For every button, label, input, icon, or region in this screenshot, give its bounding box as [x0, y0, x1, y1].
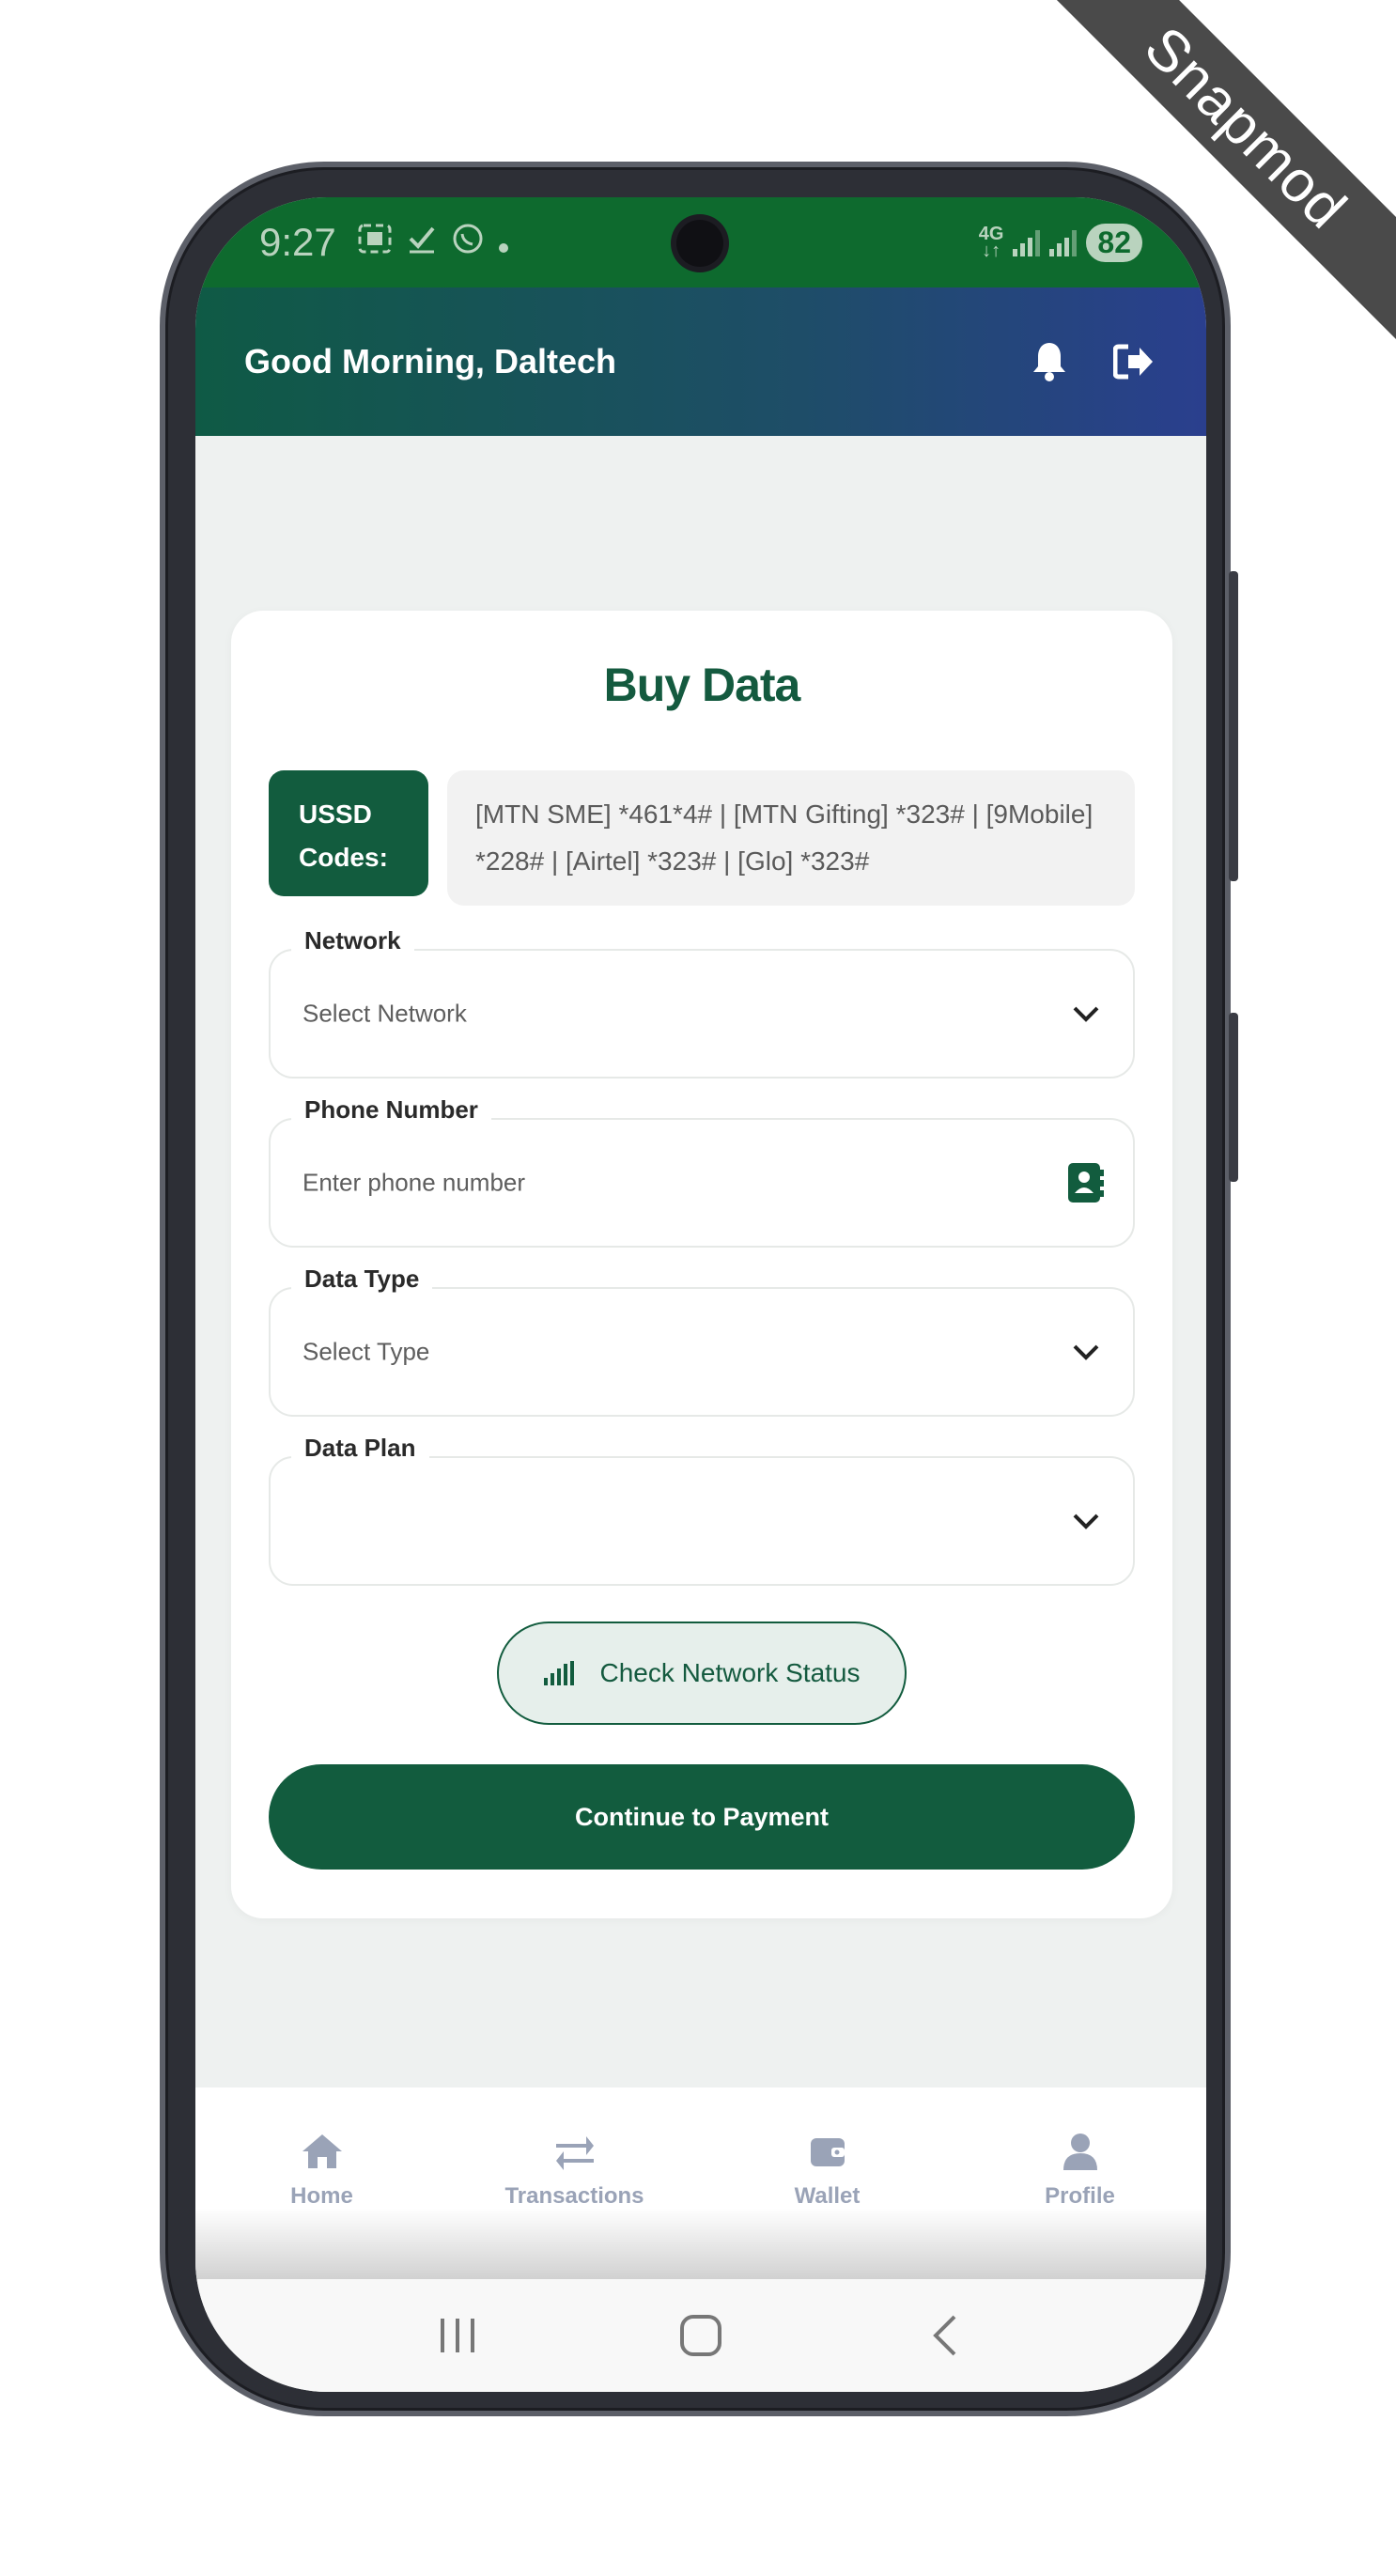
ussd-label: USSD Codes: — [269, 770, 428, 896]
check-network-status-button[interactable]: Check Network Status — [497, 1622, 907, 1725]
data-type-select[interactable]: Data Type Select Type — [269, 1265, 1135, 1417]
status-time: 9:27 — [259, 220, 336, 264]
screenshot-icon — [357, 223, 393, 263]
nav-transactions-label: Transactions — [504, 2183, 644, 2209]
bell-icon[interactable] — [1026, 338, 1073, 385]
check-network-status-label: Check Network Status — [599, 1658, 861, 1687]
logout-icon[interactable] — [1110, 338, 1157, 385]
transfer-icon — [555, 2136, 594, 2170]
dot-icon — [498, 223, 509, 262]
phone-side-button — [1229, 571, 1238, 881]
front-camera — [676, 220, 723, 267]
recent-apps-icon[interactable] — [429, 2307, 486, 2364]
data-plan-label: Data Plan — [291, 1434, 429, 1463]
continue-to-payment-button[interactable]: Continue to Payment — [269, 1764, 1135, 1870]
chevron-down-icon — [1067, 1502, 1105, 1540]
continue-to-payment-label: Continue to Payment — [574, 1802, 829, 1831]
home-icon — [302, 2134, 342, 2168]
phone-number-label: Phone Number — [291, 1095, 491, 1125]
check-icon — [406, 223, 438, 263]
screen: 9:27 4G ↓↑ 82 Good Morning, Daltech Buy … — [195, 197, 1206, 2392]
signal-icon — [1049, 228, 1078, 256]
nav-home-label: Home — [290, 2183, 353, 2209]
nav-profile-label: Profile — [1045, 2183, 1115, 2209]
network-value: Select Network — [302, 999, 467, 1028]
data-plan-select[interactable]: Data Plan — [269, 1434, 1135, 1586]
status-notification-icons — [357, 222, 509, 264]
phone-side-button — [1229, 1013, 1238, 1182]
network-select[interactable]: Network Select Network — [269, 926, 1135, 1079]
data-type-label: Data Type — [291, 1265, 433, 1294]
home-button-icon[interactable] — [673, 2307, 729, 2364]
greeting-text: Good Morning, Daltech — [244, 342, 616, 380]
network-label: Network — [291, 926, 414, 955]
user-icon — [1063, 2134, 1097, 2170]
phone-frame: 9:27 4G ↓↑ 82 Good Morning, Daltech Buy … — [160, 162, 1238, 2416]
page: Snapmod 9:27 4G ↓↑ 82 Good Morning, Dalt… — [0, 0, 1396, 2576]
ussd-codes: [MTN SME] *461*4# | [MTN Gifting] *323# … — [447, 770, 1135, 906]
nav-shadow — [195, 2208, 1206, 2279]
app-header: Good Morning, Daltech — [195, 287, 1206, 436]
wallet-icon — [810, 2138, 845, 2166]
phone-number-placeholder: Enter phone number — [302, 1168, 526, 1197]
page-title: Buy Data — [603, 659, 801, 711]
status-system-icons: 4G ↓↑ 82 — [978, 223, 1142, 262]
nav-wallet-label: Wallet — [794, 2183, 861, 2209]
buy-data-card: Buy Data USSD Codes: [MTN SME] *461*4# |… — [231, 611, 1172, 1918]
battery-badge: 82 — [1086, 223, 1142, 262]
system-nav-bar — [195, 2279, 1206, 2392]
phone-number-field[interactable]: Phone Number Enter phone number — [269, 1095, 1135, 1248]
chevron-down-icon — [1067, 995, 1105, 1032]
network-type: 4G ↓↑ — [978, 224, 1004, 261]
chevron-down-icon — [1067, 1333, 1105, 1371]
contact-book-icon[interactable] — [1067, 1163, 1105, 1203]
whatsapp-icon — [451, 222, 485, 264]
signal-icon — [1013, 228, 1041, 256]
header-actions — [1026, 338, 1157, 385]
back-icon[interactable] — [916, 2307, 972, 2364]
signal-bars-icon — [543, 1661, 574, 1685]
data-type-value: Select Type — [302, 1337, 430, 1366]
